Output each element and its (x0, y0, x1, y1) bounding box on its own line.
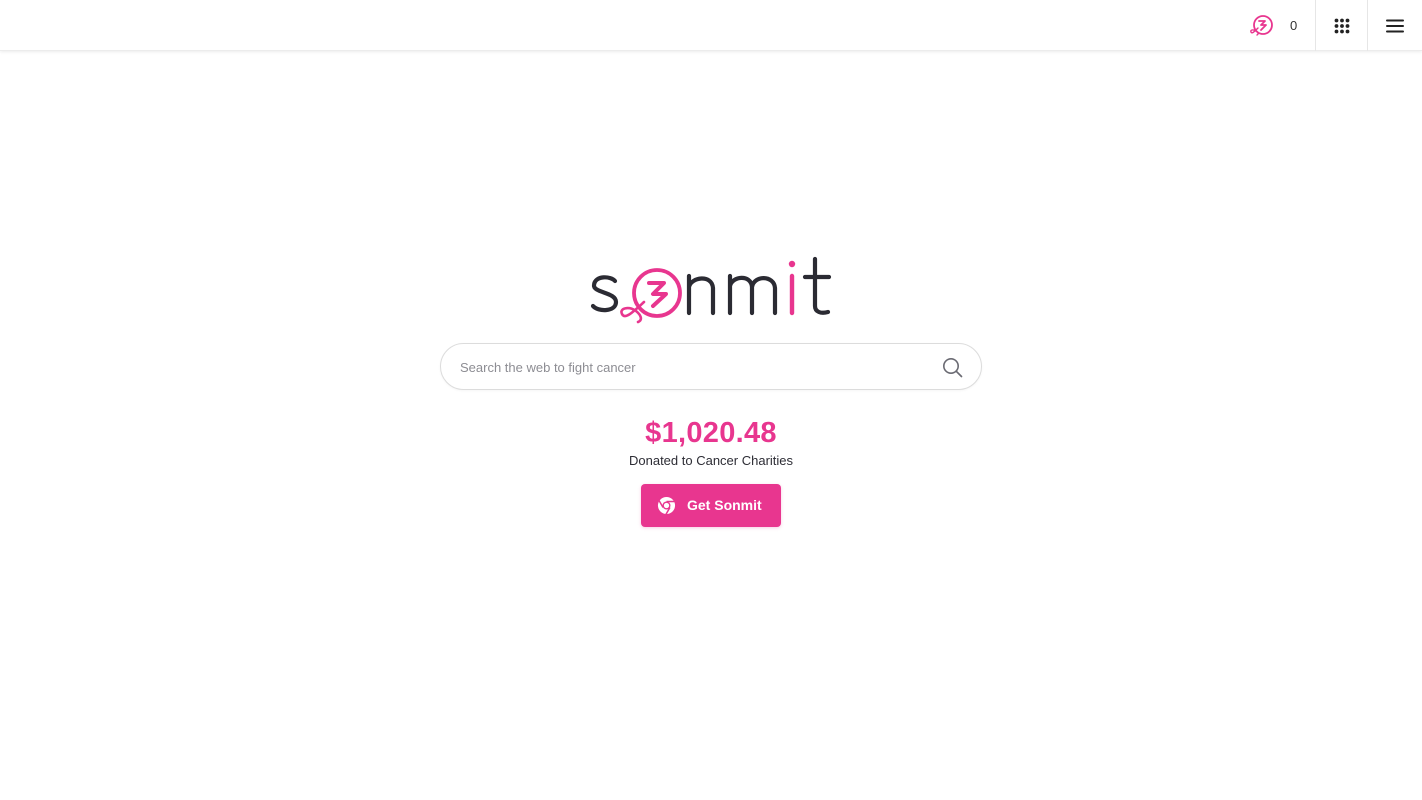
donation-caption: Donated to Cancer Charities (628, 453, 794, 468)
hamburger-menu-icon (1386, 19, 1404, 32)
searches-count: 0 (1290, 18, 1298, 33)
apps-grid-icon (1334, 18, 1349, 33)
search-bar[interactable] (440, 343, 982, 390)
search-icon[interactable] (942, 357, 963, 378)
get-sonmit-button[interactable]: Get Sonmit (641, 484, 781, 527)
get-sonmit-label: Get Sonmit (687, 497, 762, 513)
sonmit-logo (590, 256, 832, 324)
menu-button[interactable] (1367, 0, 1422, 51)
chrome-icon (657, 496, 676, 515)
top-bar: 0 (0, 0, 1422, 51)
search-input[interactable] (460, 356, 930, 378)
apps-button[interactable] (1315, 0, 1367, 51)
ribbon-coin-icon (1250, 15, 1273, 36)
searches-counter[interactable]: 0 (1236, 0, 1315, 51)
donation-amount: $1,020.48 (645, 417, 777, 449)
